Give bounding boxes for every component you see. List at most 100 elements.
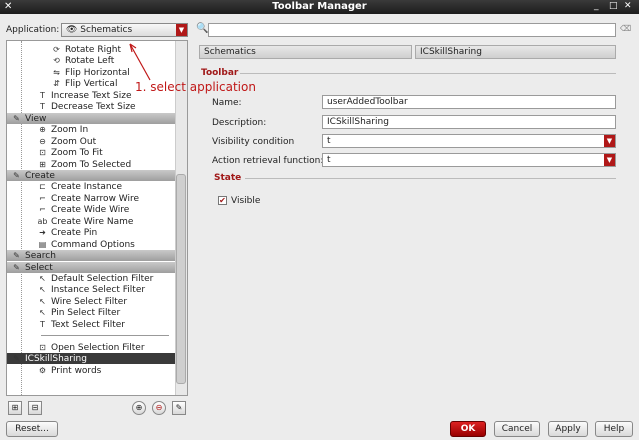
chevron-down-icon[interactable]: ▼: [604, 154, 615, 166]
remove-item-button[interactable]: ⊖: [152, 401, 166, 415]
tree-section[interactable]: ✎ Select: [7, 261, 175, 273]
tree-item[interactable]: ⌐ Create Wide Wire: [7, 204, 175, 215]
help-button[interactable]: Help: [595, 421, 633, 437]
edit-item-button[interactable]: ✎: [172, 401, 186, 415]
tree-item-label: Text Select Filter: [51, 319, 125, 330]
add-item-button[interactable]: ⊕: [132, 401, 146, 415]
flip-vertical-icon: ⇵: [53, 79, 60, 89]
visible-checkbox[interactable]: ✔: [218, 196, 227, 205]
tree-scrollbar[interactable]: [175, 41, 187, 395]
zoom-fit-icon: ⊡: [39, 148, 46, 158]
zoom-selected-icon: ⊞: [39, 159, 46, 169]
toolbar-header: ICSkillSharing: [415, 45, 616, 59]
tree-item[interactable]: ⊏ Create Instance: [7, 181, 175, 192]
tree-item[interactable]: ▤ Command Options: [7, 239, 175, 250]
tree-item-label: Flip Vertical: [65, 79, 118, 90]
visibility-value: t: [327, 136, 331, 146]
tree-item-label: Zoom To Fit: [51, 148, 103, 159]
minimize-button[interactable]: _: [594, 1, 599, 11]
close-button[interactable]: ✕: [624, 1, 632, 11]
visibility-dropdown[interactable]: t ▼: [322, 134, 616, 148]
tree-item[interactable]: ↖ Pin Select Filter: [7, 307, 175, 318]
action-dropdown[interactable]: t ▼: [322, 153, 616, 167]
tree-item[interactable]: ⊞ Zoom To Selected: [7, 159, 175, 170]
visibility-label: Visibility condition: [212, 137, 295, 147]
tree-item-label: Select: [25, 262, 53, 273]
tree-item[interactable]: ⚙ Print words: [7, 365, 175, 376]
wide-wire-icon: ⌐: [39, 205, 46, 215]
cancel-button[interactable]: Cancel: [494, 421, 540, 437]
remove-toolbar-button[interactable]: ⊟: [28, 401, 42, 415]
tool-icon: ✎: [13, 170, 20, 180]
tree-section[interactable]: ✎ Create: [7, 169, 175, 181]
increase-text-icon: T: [40, 90, 45, 100]
tree-item-label: Wire Select Filter: [51, 296, 128, 307]
ok-button[interactable]: OK: [450, 421, 486, 437]
action-value: t: [327, 155, 331, 165]
options-icon: ▤: [38, 239, 47, 249]
tree-item[interactable]: T Decrease Text Size: [7, 101, 175, 112]
tool-icon: ✎: [13, 251, 20, 261]
wire-filter-icon: ↖: [39, 296, 46, 306]
tree-item[interactable]: ⊡ Zoom To Fit: [7, 147, 175, 158]
tree-item[interactable]: ⊕ Zoom In: [7, 124, 175, 135]
tree-item-label: Create Wire Name: [51, 216, 134, 227]
description-field[interactable]: ICSkillSharing: [322, 115, 616, 129]
tree-item-label: Decrease Text Size: [51, 102, 136, 113]
tree-item-label: Create Pin: [51, 228, 98, 239]
state-group-title: State: [214, 173, 242, 183]
apply-button[interactable]: Apply: [548, 421, 588, 437]
maximize-button[interactable]: □: [609, 1, 618, 11]
tree-item-label: Command Options: [51, 239, 135, 250]
tree-item-label: ICSkillSharing: [25, 354, 87, 365]
reset-button[interactable]: Reset...: [6, 421, 58, 437]
tree-item-label: Increase Text Size: [51, 90, 132, 101]
tree-item[interactable]: ➜ Create Pin: [7, 227, 175, 238]
chevron-down-icon[interactable]: ▼: [176, 24, 187, 36]
tree-item-label: Zoom To Selected: [51, 159, 132, 170]
tree-section[interactable]: ✎ ICSkillSharing: [7, 353, 175, 365]
add-toolbar-button[interactable]: ⊞: [8, 401, 22, 415]
rotate-right-icon: ⟳: [53, 45, 60, 54]
chevron-down-icon[interactable]: ▼: [604, 135, 615, 147]
application-header: Schematics: [199, 45, 412, 59]
tree-separator: [7, 330, 175, 341]
tree-item-label: Flip Horizontal: [65, 67, 130, 78]
description-label: Description:: [212, 118, 267, 128]
tool-icon: ✎: [13, 262, 20, 272]
tree-item[interactable]: T Text Select Filter: [7, 319, 175, 330]
name-label: Name:: [212, 98, 242, 108]
tree-item[interactable]: ⊖ Zoom Out: [7, 136, 175, 147]
tree-item-label: Instance Select Filter: [51, 285, 146, 296]
tree-section[interactable]: ✎ View: [7, 112, 175, 124]
title-bar: ✕ Toolbar Manager _ □ ✕: [0, 0, 639, 14]
text-filter-icon: T: [40, 319, 45, 329]
tree-item[interactable]: ↖ Instance Select Filter: [7, 284, 175, 295]
tree-item[interactable]: ↖ Wire Select Filter: [7, 296, 175, 307]
instance-filter-icon: ↖: [39, 285, 46, 295]
tool-icon: ✎: [13, 113, 20, 123]
application-dropdown[interactable]: 👁 Schematics ▼: [61, 23, 188, 37]
tree-section[interactable]: ✎ Search: [7, 250, 175, 262]
tree-item-label: Pin Select Filter: [51, 308, 121, 319]
zoom-in-icon: ⊕: [39, 125, 46, 135]
tree-item[interactable]: ⊡ Open Selection Filter: [7, 342, 175, 353]
toolbar-separator: [240, 73, 616, 74]
search-input[interactable]: [208, 23, 616, 37]
tree-scroll-thumb[interactable]: [176, 174, 186, 384]
tree-item-label: Search: [25, 251, 56, 262]
clear-search-icon[interactable]: ⌫: [620, 24, 631, 33]
annotation-text: 1. select application: [135, 80, 256, 94]
pin-icon: ➜: [39, 228, 46, 238]
application-value: Schematics: [80, 25, 133, 35]
tree-item-label: Print words: [51, 365, 102, 376]
tree-item[interactable]: ab Create Wire Name: [7, 216, 175, 227]
tree-item-label: Open Selection Filter: [51, 342, 145, 353]
tree-item-label: Zoom Out: [51, 136, 97, 147]
decrease-text-icon: T: [40, 102, 45, 112]
tree-item[interactable]: ↖ Default Selection Filter: [7, 273, 175, 284]
name-field[interactable]: userAddedToolbar: [322, 95, 616, 109]
tree-item[interactable]: ⌐ Create Narrow Wire: [7, 193, 175, 204]
tool-icon: ✎: [13, 354, 20, 364]
open-filter-icon: ⊡: [39, 342, 46, 352]
